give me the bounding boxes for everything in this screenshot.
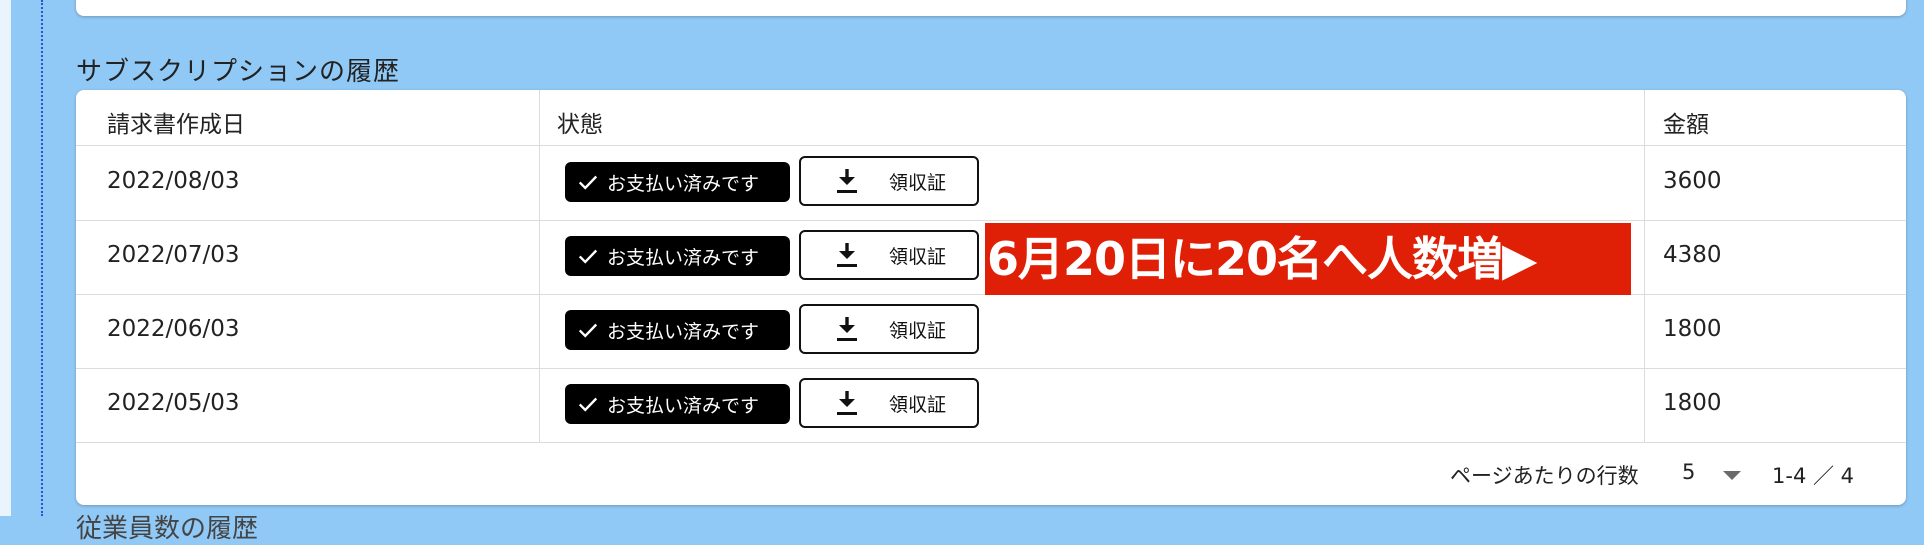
check-icon	[578, 397, 598, 412]
download-icon	[837, 243, 857, 267]
check-icon	[578, 323, 598, 338]
invoice-amount: 4380	[1663, 242, 1722, 268]
status-badge: お支払い済みです	[565, 310, 790, 350]
next-section-title: 従業員数の履歴	[76, 514, 259, 544]
table-row: 2022/06/03 お支払い済みです 領収証 1800	[76, 294, 1906, 369]
previous-card	[76, 0, 1906, 16]
column-divider	[1644, 90, 1645, 442]
caret-down-icon[interactable]	[1721, 465, 1743, 485]
header-invoice-date: 請求書作成日	[107, 112, 245, 138]
table-pagination: ページあたりの行数 5 1-4 ／ 4	[76, 443, 1906, 505]
download-icon	[837, 317, 857, 341]
status-badge: お支払い済みです	[565, 162, 790, 202]
download-receipt-button[interactable]: 領収証	[799, 230, 979, 280]
dotted-guide-line	[41, 0, 43, 516]
table-row: 2022/05/03 お支払い済みです 領収証 1800	[76, 368, 1906, 443]
table-row: 2022/08/03 お支払い済みです 領収証 3600	[76, 146, 1906, 221]
receipt-label: 領収証	[889, 319, 947, 342]
subscription-history-table: 請求書作成日 状態 金額 2022/08/03 お支払い済みです 領収証 360…	[76, 90, 1906, 505]
header-status: 状態	[557, 112, 603, 138]
section-title: サブスクリプションの履歴	[76, 57, 401, 87]
left-sidebar-strip	[0, 0, 11, 516]
download-receipt-button[interactable]: 領収証	[799, 304, 979, 354]
check-icon	[578, 249, 598, 264]
invoice-amount: 3600	[1663, 168, 1722, 194]
status-badge: お支払い済みです	[565, 384, 790, 424]
table-header-row: 請求書作成日 状態 金額	[76, 90, 1906, 146]
download-icon	[837, 391, 857, 415]
download-receipt-button[interactable]: 領収証	[799, 378, 979, 428]
download-receipt-button[interactable]: 領収証	[799, 156, 979, 206]
invoice-date: 2022/05/03	[107, 390, 240, 416]
pagination-range: 1-4 ／ 4	[1772, 464, 1855, 488]
status-label: お支払い済みです	[607, 172, 760, 195]
invoice-amount: 1800	[1663, 390, 1722, 416]
rows-per-page-select[interactable]: 5	[1682, 460, 1695, 484]
status-badge: お支払い済みです	[565, 236, 790, 276]
status-label: お支払い済みです	[607, 320, 760, 343]
invoice-date: 2022/08/03	[107, 168, 240, 194]
column-divider	[539, 90, 540, 442]
rows-per-page-label: ページあたりの行数	[1450, 464, 1639, 488]
invoice-amount: 1800	[1663, 316, 1722, 342]
status-label: お支払い済みです	[607, 246, 760, 269]
invoice-date: 2022/07/03	[107, 242, 240, 268]
receipt-label: 領収証	[889, 393, 947, 416]
check-icon	[578, 175, 598, 190]
status-label: お支払い済みです	[607, 394, 760, 417]
annotation-banner: 6月20日に20名へ人数増▶	[985, 223, 1631, 295]
invoice-date: 2022/06/03	[107, 316, 240, 342]
header-amount: 金額	[1663, 112, 1709, 138]
receipt-label: 領収証	[889, 171, 947, 194]
receipt-label: 領収証	[889, 245, 947, 268]
download-icon	[837, 169, 857, 193]
